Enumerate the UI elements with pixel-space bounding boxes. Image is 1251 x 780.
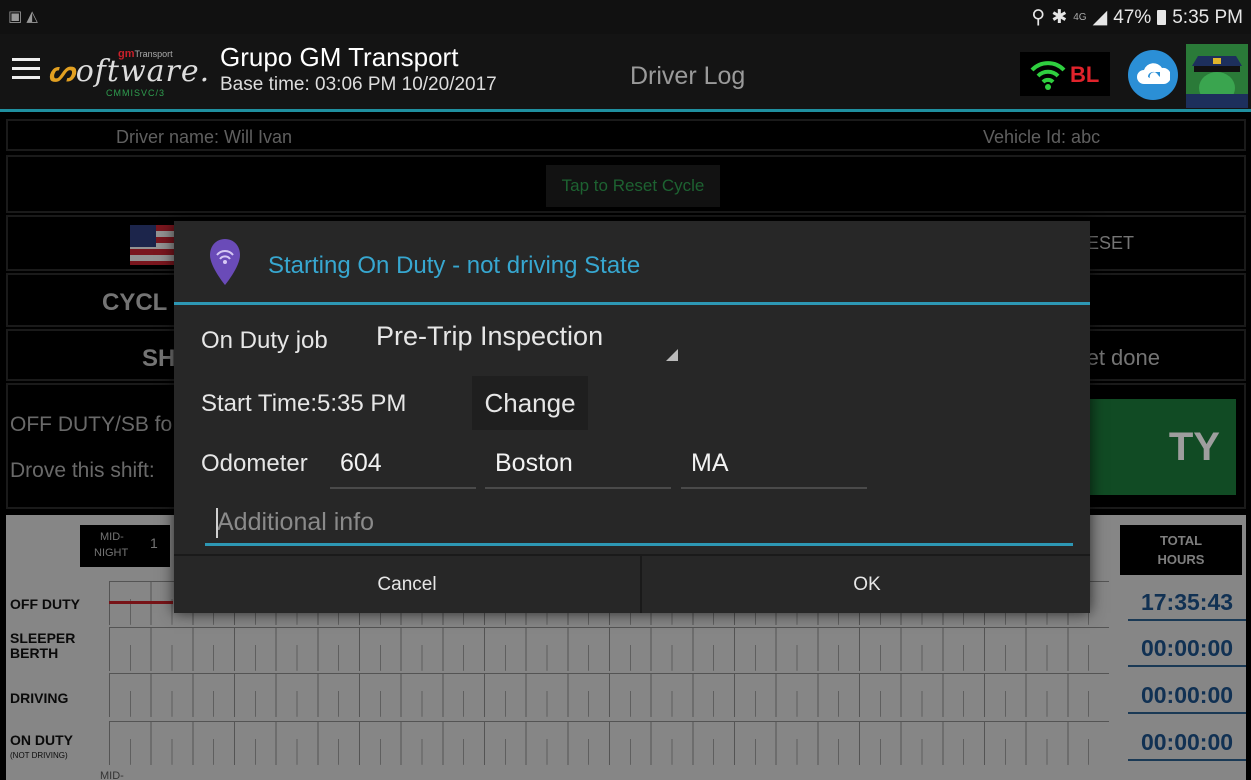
city-field[interactable]: Boston (485, 443, 671, 489)
status-bar-right: ⚲ ✱ 4G ◢ 47% 5:35 PM (1031, 6, 1243, 29)
state-field[interactable]: MA (681, 443, 867, 489)
on-duty-job-select[interactable]: Pre-Trip Inspection (376, 321, 678, 363)
network-type: 4G (1073, 12, 1087, 23)
screen-title: Driver Log (630, 62, 746, 90)
battery-percent: 47% (1113, 6, 1152, 28)
change-time-button[interactable]: Change (472, 376, 588, 430)
bluetooth-icon: ✱ (1051, 7, 1068, 28)
dialog-header: Starting On Duty - not driving State (174, 221, 1090, 305)
base-time: Base time: 03:06 PM 10/20/2017 (220, 74, 497, 95)
signal-icon: ◢ (1092, 7, 1108, 28)
odometer-field[interactable]: 604 (330, 443, 476, 489)
on-duty-dialog: Starting On Duty - not driving State On … (174, 221, 1090, 613)
dialog-button-bar: Cancel OK (174, 554, 1090, 613)
cancel-button[interactable]: Cancel (174, 556, 642, 613)
battery-icon (1157, 10, 1167, 25)
odometer-label: Odometer (201, 450, 308, 477)
ok-button[interactable]: OK (644, 556, 1090, 613)
officer-mode-icon[interactable] (1186, 44, 1248, 108)
hamburger-menu-icon[interactable] (12, 58, 40, 80)
clock: 5:35 PM (1172, 6, 1243, 28)
cloud-sync-icon[interactable] (1128, 50, 1178, 100)
start-time-label: Start Time:5:35 PM (201, 390, 407, 417)
wifi-icon (1030, 61, 1066, 90)
logo-cmmi: CMMISVC/3 (106, 88, 166, 98)
location-pin-icon (210, 239, 240, 285)
app-logo: gmTransport ᔕoftware. CMMISVC/3 (48, 48, 211, 98)
action-bar: gmTransport ᔕoftware. CMMISVC/3 Grupo GM… (0, 34, 1251, 112)
status-bar: ▣ ◭ ⚲ ✱ 4G ◢ 47% 5:35 PM (0, 0, 1251, 34)
company-name: Grupo GM Transport (220, 42, 459, 72)
dialog-title: Starting On Duty - not driving State (268, 252, 641, 279)
connection-status[interactable]: BL (1020, 52, 1110, 96)
bluetooth-label: BL (1070, 62, 1100, 87)
location-icon: ⚲ (1031, 7, 1046, 28)
on-duty-job-value: Pre-Trip Inspection (376, 321, 604, 351)
logo-software: oftware. (75, 54, 211, 89)
additional-info-placeholder: Additional info (217, 508, 375, 536)
notification-icons: ▣ ◭ (8, 8, 38, 25)
text-cursor (216, 508, 218, 538)
additional-info-input[interactable]: Additional info (205, 498, 1073, 546)
app-screen: ▣ ◭ ⚲ ✱ 4G ◢ 47% 5:35 PM gmTransport ᔕof… (0, 0, 1251, 780)
on-duty-job-label: On Duty job (201, 327, 328, 354)
dropdown-caret-icon (666, 349, 678, 361)
